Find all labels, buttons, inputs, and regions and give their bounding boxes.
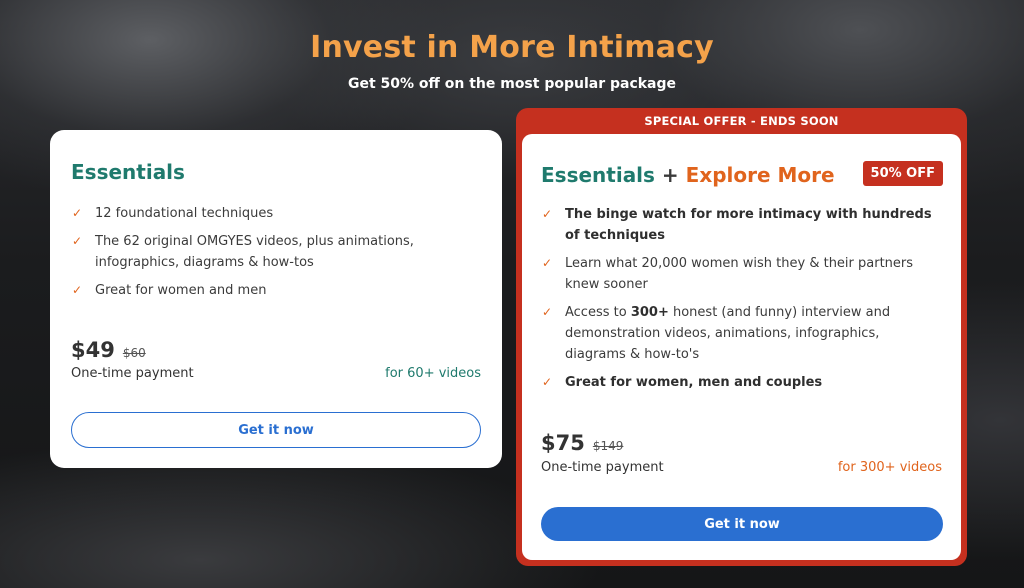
- discount-badge: 50% OFF: [862, 161, 943, 186]
- check-icon: ✓: [542, 207, 553, 221]
- essentials-video-count: for 60+ videos: [385, 366, 481, 381]
- essentials-get-it-now-button[interactable]: Get it now: [71, 412, 481, 448]
- check-icon: ✓: [542, 256, 553, 270]
- feature-item: ✓ Learn what 20,000 women wish they & th…: [541, 253, 942, 295]
- page-title: Invest in More Intimacy: [310, 30, 714, 65]
- explore-more-video-count: for 300+ videos: [837, 460, 942, 475]
- essentials-payment-type: One-time payment: [71, 366, 194, 381]
- essentials-old-price: $60: [122, 346, 146, 360]
- explore-more-plan-card: Essentials + Explore More 50% OFF ✓ The …: [522, 134, 961, 560]
- explore-more-payment-type: One-time payment: [541, 460, 664, 475]
- check-icon: ✓: [542, 305, 553, 319]
- feature-item: ✓ The binge watch for more intimacy with…: [541, 204, 942, 246]
- feature-item: ✓ 12 foundational techniques: [71, 203, 481, 224]
- explore-more-price-row: $75 $149: [541, 431, 623, 455]
- explore-more-feature-list: ✓ The binge watch for more intimacy with…: [541, 204, 942, 393]
- feature-item: ✓ The 62 original OMGYES videos, plus an…: [71, 231, 481, 273]
- feature-item: ✓ Great for women, men and couples: [541, 372, 942, 393]
- explore-more-get-it-now-button[interactable]: Get it now: [541, 507, 943, 541]
- special-offer-banner: SPECIAL OFFER - ENDS SOON: [644, 114, 839, 128]
- explore-more-price: $75: [541, 431, 585, 455]
- essentials-feature-list: ✓ 12 foundational techniques ✓ The 62 or…: [71, 203, 481, 301]
- check-icon: ✓: [542, 375, 553, 389]
- feature-item: ✓ Great for women and men: [71, 280, 481, 301]
- essentials-plan-title: Essentials: [71, 160, 185, 184]
- check-icon: ✓: [72, 283, 83, 297]
- check-icon: ✓: [72, 234, 83, 248]
- essentials-price-row: $49 $60: [71, 338, 146, 362]
- essentials-price: $49: [71, 338, 115, 362]
- check-icon: ✓: [72, 206, 83, 220]
- essentials-plan-card: Essentials ✓ 12 foundational techniques …: [50, 130, 502, 468]
- page-subtitle: Get 50% off on the most popular package: [347, 76, 677, 92]
- feature-item: ✓ Access to 300+ honest (and funny) inte…: [541, 302, 942, 365]
- explore-more-old-price: $149: [592, 439, 624, 453]
